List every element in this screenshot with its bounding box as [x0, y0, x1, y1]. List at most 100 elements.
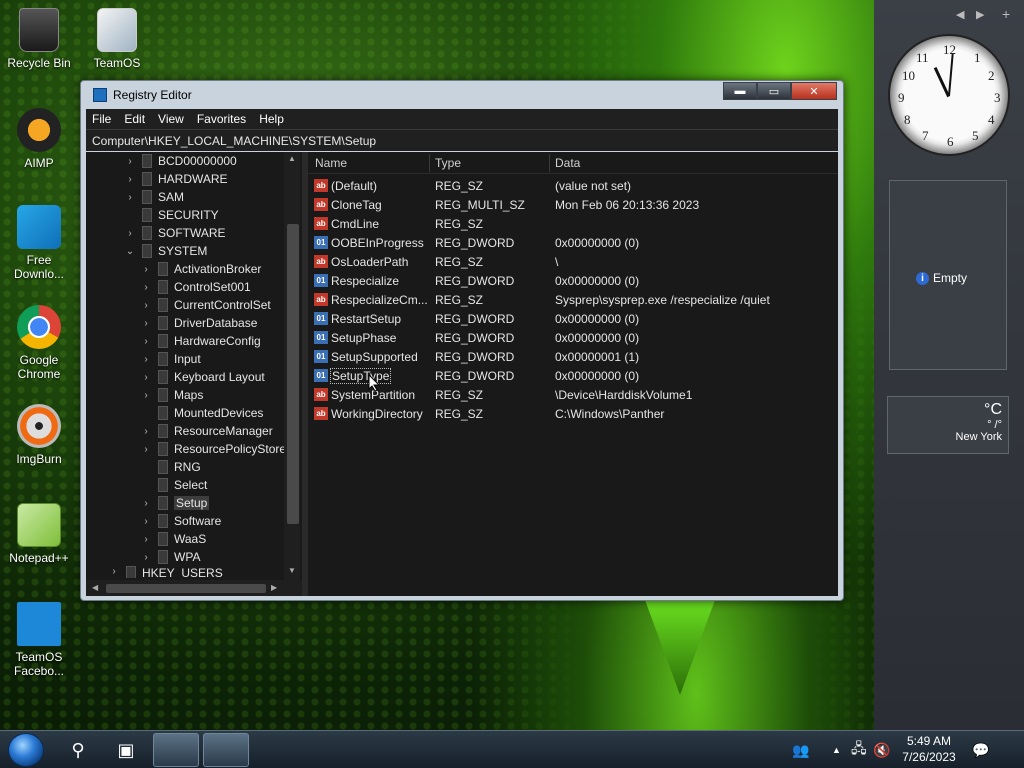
chevron-right-icon[interactable]: ›	[140, 354, 152, 365]
network-icon[interactable]: 🖧	[851, 731, 867, 768]
chevron-right-icon[interactable]: ›	[124, 228, 136, 239]
chevron-right-icon[interactable]: ›	[140, 444, 152, 455]
desktop-icon-free-download-manager[interactable]: Free Downlo...	[1, 205, 77, 281]
chevron-right-icon[interactable]: ›	[140, 300, 152, 311]
close-button[interactable]: ✕	[791, 82, 837, 100]
scroll-right-arrow-icon[interactable]: ▶	[271, 583, 277, 592]
volume-muted-icon[interactable]: 🔇	[873, 731, 890, 768]
tree-item-maps[interactable]: › Maps	[140, 386, 203, 404]
column-header-name[interactable]: Name	[315, 156, 347, 170]
tree-item-sam[interactable]: › SAM	[124, 188, 184, 206]
menu-edit[interactable]: Edit	[124, 112, 145, 126]
value-row[interactable]: ab WorkingDirectory REG_SZ C:\Windows\Panth…	[308, 404, 838, 423]
tree-item-software[interactable]: › SOFTWARE	[124, 224, 226, 242]
tree-item-resourcemanager[interactable]: › ResourceManager	[140, 422, 273, 440]
tree-item-controlset001[interactable]: › ControlSet001	[140, 278, 251, 296]
tree-horizontal-scrollbar[interactable]: ◀ ▶	[86, 580, 302, 596]
desktop-icon-teamos[interactable]: TeamOS	[79, 8, 155, 70]
chevron-right-icon[interactable]: ›	[124, 192, 136, 203]
desktop-icon-notepadpp[interactable]: Notepad++	[1, 503, 77, 565]
desktop-icon-recycle-bin[interactable]: Recycle Bin	[1, 8, 77, 70]
value-row[interactable]: ab CmdLine REG_SZ	[308, 214, 838, 233]
value-row[interactable]: ab CloneTag REG_MULTI_SZ Mon Feb 06 20:13:3…	[308, 195, 838, 214]
maximize-button[interactable]: ▭	[757, 82, 791, 100]
chevron-right-icon[interactable]: ›	[108, 566, 120, 577]
tree-vertical-scroll-thumb[interactable]	[287, 224, 299, 524]
tree-item-input[interactable]: › Input	[140, 350, 201, 368]
tree-item-setup[interactable]: › Setup	[140, 494, 210, 512]
chevron-right-icon[interactable]: ›	[140, 336, 152, 347]
desktop-icon-teamos-facebook[interactable]: TeamOS Facebo...	[1, 602, 77, 678]
tree-item-resourcepolicystore[interactable]: › ResourcePolicyStore	[140, 440, 286, 458]
chevron-right-icon[interactable]: ›	[140, 264, 152, 275]
value-row[interactable]: 01 OOBEInProgress REG_DWORD 0x00000000 (0)	[308, 233, 838, 252]
tree-item-activationbroker[interactable]: › ActivationBroker	[140, 260, 261, 278]
address-bar[interactable]: Computer\HKEY_LOCAL_MACHINE\SYSTEM\Setup	[86, 129, 838, 151]
taskbar-clock[interactable]: 5:49 AM 7/26/2023	[890, 733, 968, 765]
chevron-right-icon[interactable]: ›	[140, 498, 152, 509]
tree-horizontal-scroll-thumb[interactable]	[106, 584, 266, 593]
notification-icon[interactable]: 💬	[972, 731, 989, 768]
column-header-type[interactable]: Type	[435, 156, 461, 170]
value-row[interactable]: 01 Respecialize REG_DWORD 0x00000000 (0)	[308, 271, 838, 290]
tree-item-wpa[interactable]: › WPA	[140, 548, 200, 566]
desktop-icon-aimp[interactable]: AIMP	[1, 108, 77, 170]
tree-item-currentcontrolset[interactable]: › CurrentControlSet	[140, 296, 271, 314]
minimize-button[interactable]: ▬	[723, 82, 757, 100]
column-divider[interactable]	[549, 154, 550, 172]
value-row[interactable]: 01 SetupSupported REG_DWORD 0x00000001 (1)	[308, 347, 838, 366]
tree-item-software-sub[interactable]: › Software	[140, 512, 221, 530]
scroll-up-arrow-icon[interactable]: ▲	[288, 154, 296, 163]
value-row[interactable]: ab RespecializeCm... REG_SZ Sysprep\sysprep…	[308, 290, 838, 309]
start-button[interactable]	[8, 733, 44, 767]
tree-item-driverdatabase[interactable]: › DriverDatabase	[140, 314, 257, 332]
value-row[interactable]: ab OsLoaderPath REG_SZ \	[308, 252, 838, 271]
chevron-right-icon[interactable]: ›	[140, 390, 152, 401]
tree-item-bcd00000000[interactable]: › BCD00000000	[124, 152, 237, 170]
tree-vertical-scrollbar[interactable]: ▲ ▼	[284, 152, 300, 580]
search-icon[interactable]: ⚲	[56, 733, 100, 767]
chevron-right-icon[interactable]: ›	[140, 372, 152, 383]
chevron-right-icon[interactable]: ›	[140, 552, 152, 563]
chevron-down-icon[interactable]: ⌄	[124, 246, 136, 257]
tree-item-rng[interactable]: RNG	[140, 458, 201, 476]
tree-item-system[interactable]: ⌄ SYSTEM	[124, 242, 207, 260]
clock-gadget[interactable]: 12 1 2 3 4 5 6 7 8 9 10 11	[888, 34, 1010, 156]
tree-item-hardwareconfig[interactable]: › HardwareConfig	[140, 332, 261, 350]
column-header-data[interactable]: Data	[555, 156, 580, 170]
tree-item-mounteddevices[interactable]: MountedDevices	[140, 404, 263, 422]
tree-item-hardware[interactable]: › HARDWARE	[124, 170, 228, 188]
tree-item-select[interactable]: Select	[140, 476, 207, 494]
task-view-icon[interactable]: ▣	[104, 733, 148, 767]
menu-view[interactable]: View	[158, 112, 184, 126]
taskbar-app-explorer[interactable]	[153, 733, 199, 767]
menu-help[interactable]: Help	[259, 112, 284, 126]
chevron-right-icon[interactable]: ›	[140, 516, 152, 527]
value-row[interactable]: ab SystemPartition REG_SZ \Device\HarddiskV…	[308, 385, 838, 404]
slideshow-gadget[interactable]: i Empty	[889, 180, 1007, 370]
scroll-down-arrow-icon[interactable]: ▼	[288, 566, 296, 575]
chevron-right-icon[interactable]: ›	[140, 282, 152, 293]
tree-item-security[interactable]: SECURITY	[124, 206, 219, 224]
tree-item-hkey-users[interactable]: › HKEY_USERS	[108, 566, 223, 578]
chevron-right-icon[interactable]: ›	[124, 174, 136, 185]
menu-favorites[interactable]: Favorites	[197, 112, 246, 126]
value-row[interactable]: 01 SetupPhase REG_DWORD 0x00000000 (0)	[308, 328, 838, 347]
chevron-right-icon[interactable]: ›	[124, 156, 136, 167]
taskbar-app-registry-editor[interactable]	[203, 733, 249, 767]
tree-item-waas[interactable]: › WaaS	[140, 530, 206, 548]
gadget-add-button[interactable]: +	[1002, 6, 1010, 22]
tree-item-keyboard-layout[interactable]: › Keyboard Layout	[140, 368, 265, 386]
show-hidden-icons-icon[interactable]: ▲	[832, 731, 841, 768]
value-row-focused[interactable]: 01 SetupType REG_DWORD 0x00000000 (0)	[308, 366, 838, 385]
gadget-prev-button[interactable]: ◀	[956, 8, 964, 21]
desktop-icon-imgburn[interactable]: ImgBurn	[1, 404, 77, 466]
chevron-right-icon[interactable]: ›	[140, 426, 152, 437]
desktop-icon-google-chrome[interactable]: Google Chrome	[1, 305, 77, 381]
people-icon[interactable]: 👥	[792, 731, 809, 768]
weather-gadget[interactable]: °C ° /° New York	[887, 396, 1009, 454]
scroll-left-arrow-icon[interactable]: ◀	[92, 583, 98, 592]
chevron-right-icon[interactable]: ›	[140, 534, 152, 545]
value-row[interactable]: ab (Default) REG_SZ (value not set)	[308, 176, 838, 195]
chevron-right-icon[interactable]: ›	[140, 318, 152, 329]
